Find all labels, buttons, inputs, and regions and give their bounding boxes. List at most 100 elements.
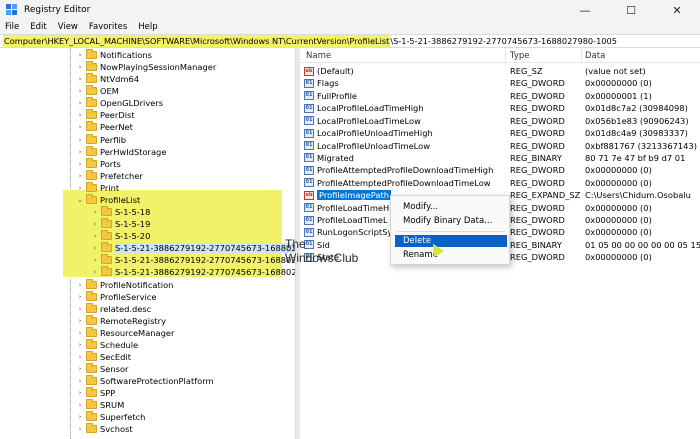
tree-subitem[interactable]: › S-1-5-21-3886279192-2770745673-16880279… <box>91 266 295 278</box>
chevron-right-icon[interactable]: › <box>76 375 84 387</box>
tree-item[interactable]: › SRUM <box>76 399 124 411</box>
value-row[interactable]: 01 ProfileAttemptedProfileDownloadTimeLow… <box>300 177 700 189</box>
binary-value-icon: 01 <box>304 78 314 88</box>
column-header-type[interactable]: Type <box>510 51 530 61</box>
menu-favorites[interactable]: Favorites <box>89 22 127 32</box>
tree-item[interactable]: › Notifications <box>76 49 152 61</box>
tree-item[interactable]: › NowPlayingSessionManager <box>76 61 216 73</box>
tree-item[interactable]: › Sensor <box>76 363 128 375</box>
chevron-right-icon[interactable]: › <box>76 327 84 339</box>
tree-item[interactable]: › PeerNet <box>76 121 133 133</box>
chevron-right-icon[interactable]: › <box>76 121 84 133</box>
tree-item[interactable]: › Schedule <box>76 338 138 351</box>
value-row[interactable]: ab (Default) REG_SZ (value not set) <box>300 65 700 77</box>
folder-icon <box>86 97 97 108</box>
tree-item-label: SecEdit <box>100 352 131 362</box>
chevron-right-icon[interactable]: › <box>76 170 84 182</box>
chevron-right-icon[interactable]: › <box>91 230 99 242</box>
chevron-right-icon[interactable]: › <box>76 303 84 315</box>
tree-item[interactable]: › Svchost <box>76 423 133 435</box>
value-row[interactable]: 01 LocalProfileLoadTimeHigh REG_DWORD 0x01d… <box>300 102 700 114</box>
tree-item[interactable]: › NtVdm64 <box>76 73 139 85</box>
chevron-down-icon[interactable]: ⌄ <box>76 194 84 206</box>
value-name-cell: 01 LocalProfileLoadTimeHigh <box>304 102 424 114</box>
menu-edit[interactable]: Edit <box>30 22 46 32</box>
chevron-right-icon[interactable]: › <box>76 279 84 291</box>
menu-help[interactable]: Help <box>138 22 157 32</box>
string-value-icon: ab <box>304 66 314 76</box>
tree-item[interactable]: › RemoteRegistry <box>76 314 166 327</box>
maximize-button[interactable]: ☐ <box>608 0 654 20</box>
chevron-right-icon[interactable]: › <box>76 49 84 61</box>
tree-item[interactable]: › Superfetch <box>76 411 145 423</box>
tree-subitem[interactable]: › S-1-5-21-3886279192-2770745673-16880279… <box>91 254 295 266</box>
value-data: 0x00000000 (0) <box>585 227 652 238</box>
chevron-right-icon[interactable]: › <box>76 146 84 158</box>
chevron-right-icon[interactable]: › <box>91 266 99 278</box>
column-header-name[interactable]: Name <box>306 51 331 61</box>
tree-item[interactable]: › ProfileNotification <box>76 278 173 291</box>
column-header-data[interactable]: Data <box>585 51 605 61</box>
chevron-right-icon[interactable]: › <box>76 61 84 73</box>
value-data: 80 71 7e 47 bf b9 d7 01 <box>585 152 686 163</box>
chevron-right-icon[interactable]: › <box>76 423 84 435</box>
tree-item[interactable]: › Print <box>76 181 119 194</box>
context-delete[interactable]: Delete <box>395 235 507 247</box>
chevron-right-icon[interactable]: › <box>76 411 84 423</box>
value-row[interactable]: 01 FullProfile REG_DWORD 0x00000001 (1) <box>300 90 700 102</box>
chevron-right-icon[interactable]: › <box>76 399 84 411</box>
tree-item[interactable]: › related.desc <box>76 302 151 315</box>
tree-item[interactable]: › SecEdit <box>76 351 131 363</box>
chevron-right-icon[interactable]: › <box>91 206 99 218</box>
chevron-right-icon[interactable]: › <box>76 182 84 194</box>
tree-item[interactable]: › ResourceManager <box>76 326 174 339</box>
tree-item[interactable]: › OEM <box>76 85 119 97</box>
address-bar[interactable]: Computer\HKEY_LOCAL_MACHINE\SOFTWARE\Mic… <box>0 34 700 48</box>
value-row[interactable]: 01 ProfileAttemptedProfileDownloadTimeHig… <box>300 164 700 176</box>
menu-view[interactable]: View <box>58 22 78 32</box>
chevron-right-icon[interactable]: › <box>76 291 84 303</box>
value-row[interactable]: 01 Migrated REG_BINARY 80 71 7e 47 bf b9 d7… <box>300 152 700 164</box>
chevron-right-icon[interactable]: › <box>91 242 99 254</box>
tree-item[interactable]: › ProfileService <box>76 290 156 303</box>
tree-subitem[interactable]: › S-1-5-18 <box>91 206 150 218</box>
chevron-right-icon[interactable]: › <box>76 363 84 375</box>
tree-item[interactable]: › Prefetcher <box>76 169 143 182</box>
chevron-right-icon[interactable]: › <box>76 97 84 109</box>
chevron-right-icon[interactable]: › <box>76 109 84 121</box>
chevron-right-icon[interactable]: › <box>91 218 99 230</box>
value-row[interactable]: 01 Flags REG_DWORD 0x00000000 (0) <box>300 77 700 89</box>
chevron-right-icon[interactable]: › <box>76 73 84 85</box>
value-data: 0x00000000 (0) <box>585 78 652 89</box>
context-modify[interactable]: Modify... <box>395 201 507 213</box>
tree-item[interactable]: › PerHwIdStorage <box>76 145 166 158</box>
context-rename[interactable]: Rename <box>395 249 507 261</box>
tree-item[interactable]: › SPP <box>76 387 115 399</box>
chevron-right-icon[interactable]: › <box>76 134 84 146</box>
tree-subitem[interactable]: › S-1-5-21-3886279192-2770745673-16880279… <box>91 242 295 254</box>
tree-item-label: Superfetch <box>100 412 146 423</box>
chevron-right-icon[interactable]: › <box>76 339 84 351</box>
menu-file[interactable]: File <box>5 22 19 32</box>
tree-item[interactable]: › OpenGLDrivers <box>76 97 163 109</box>
chevron-right-icon[interactable]: › <box>76 85 84 97</box>
chevron-right-icon[interactable]: › <box>76 351 84 363</box>
chevron-right-icon[interactable]: › <box>76 315 84 327</box>
tree-item[interactable]: › PeerDist <box>76 109 135 121</box>
context-modify-binary[interactable]: Modify Binary Data... <box>395 215 507 227</box>
chevron-right-icon[interactable]: › <box>76 158 84 170</box>
minimize-button[interactable]: — <box>562 0 608 20</box>
value-row[interactable]: 01 LocalProfileUnloadTimeHigh REG_DWORD 0x0… <box>300 127 700 139</box>
tree-item[interactable]: › Perflib <box>76 133 126 146</box>
tree-item[interactable]: › Ports <box>76 157 121 170</box>
close-button[interactable]: ✕ <box>654 0 700 20</box>
chevron-right-icon[interactable]: › <box>76 387 84 399</box>
value-row[interactable]: 01 LocalProfileLoadTimeLow REG_DWORD 0x056b… <box>300 115 700 127</box>
registry-tree[interactable]: › Notifications › NowPlayingSessionManager ›… <box>0 48 296 439</box>
value-row[interactable]: 01 LocalProfileUnloadTimeLow REG_DWORD 0xbf… <box>300 140 700 152</box>
tree-item[interactable]: › SoftwareProtectionPlatform <box>76 375 214 387</box>
tree-item[interactable]: ⌄ ProfileList <box>76 193 140 206</box>
tree-subitem[interactable]: › S-1-5-20 <box>91 230 150 242</box>
chevron-right-icon[interactable]: › <box>91 254 99 266</box>
tree-subitem[interactable]: › S-1-5-19 <box>91 218 150 230</box>
